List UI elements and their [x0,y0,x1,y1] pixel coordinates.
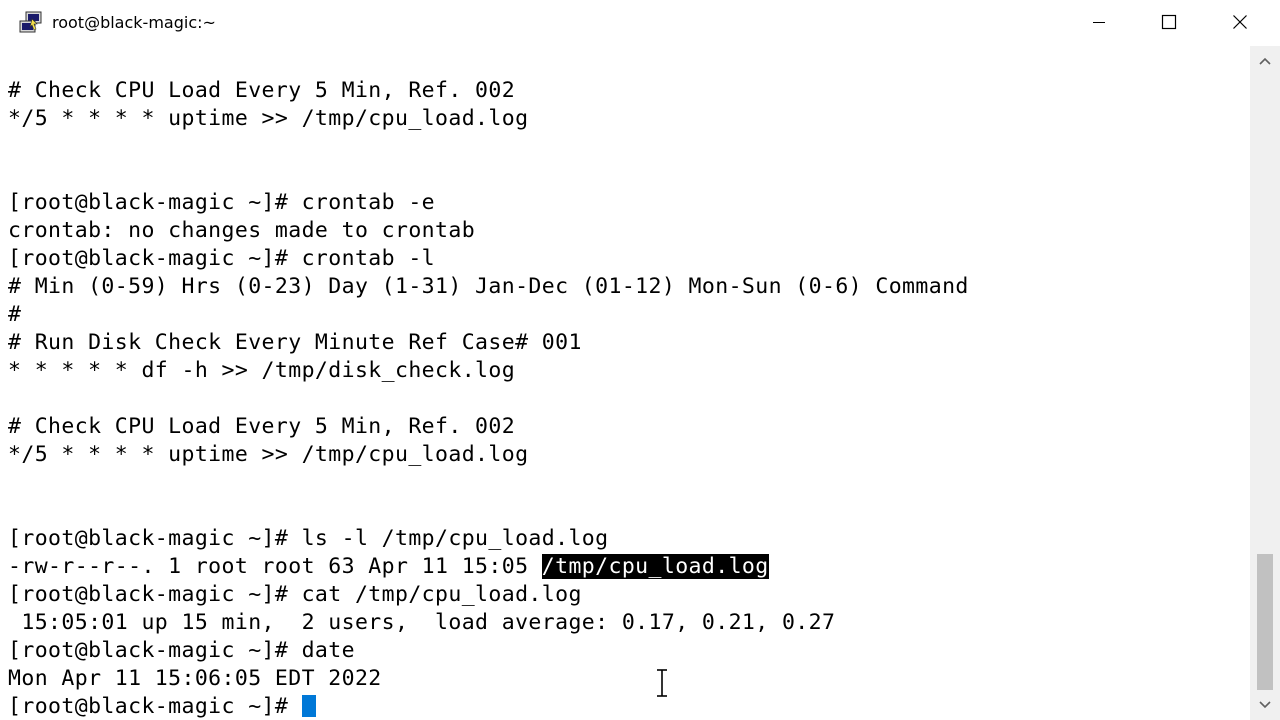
terminal-line: # Check CPU Load Every 5 Min, Ref. 002 [8,78,516,103]
terminal-window: root@black-magic:~ # Check CPU Load Ever… [0,0,1280,720]
terminal-output[interactable]: # Check CPU Load Every 5 Min, Ref. 002 *… [0,46,1250,720]
scroll-down-button[interactable] [1250,692,1280,718]
terminal-line: [root@black-magic ~]# crontab -e [8,190,436,215]
terminal-line: [root@black-magic ~]# crontab -l [8,246,436,271]
ls-output-line: -rw-r--r--. 1 root root 63 Apr 11 15:05 … [8,553,769,581]
terminal-line: # [8,302,22,327]
terminal-line: # Min (0-59) Hrs (0-23) Day (1-31) Jan-D… [8,274,969,299]
prompt-line[interactable]: [root@black-magic ~]# [8,693,316,720]
chevron-up-icon [1259,57,1271,65]
window-title: root@black-magic:~ [52,13,216,32]
terminal-line: */5 * * * * uptime >> /tmp/cpu_load.log [8,442,529,467]
title-bar[interactable]: root@black-magic:~ [0,0,1280,46]
terminal-line: crontab: no changes made to crontab [8,218,476,243]
terminal-line: [root@black-magic ~]# cat /tmp/cpu_load.… [8,582,582,607]
close-button[interactable] [1205,0,1275,44]
terminal-line: # Check CPU Load Every 5 Min, Ref. 002 [8,414,516,439]
ls-output-text: -rw-r--r--. 1 root root 63 Apr 11 15:05 [8,554,542,579]
text-cursor [301,695,316,717]
terminal-line: */5 * * * * uptime >> /tmp/cpu_load.log [8,106,529,131]
scroll-thumb[interactable] [1257,554,1273,690]
terminal-line: * * * * * df -h >> /tmp/disk_check.log [8,358,516,383]
scroll-up-button[interactable] [1250,48,1280,74]
minimize-icon [1093,22,1105,23]
chevron-down-icon [1259,701,1271,709]
ibeam-cursor-icon [657,669,667,697]
terminal-line: 15:05:01 up 15 min, 2 users, load averag… [8,610,836,635]
maximize-icon [1161,14,1177,30]
terminal-line: Mon Apr 11 15:06:05 EDT 2022 [8,666,382,691]
prompt-text: [root@black-magic ~]# [8,694,302,719]
terminal-line: # Run Disk Check Every Minute Ref Case# … [8,330,582,355]
minimize-button[interactable] [1064,0,1134,44]
terminal-line: [root@black-magic ~]# ls -l /tmp/cpu_loa… [8,526,609,551]
maximize-button[interactable] [1134,0,1204,44]
putty-icon[interactable] [18,10,44,36]
vertical-scrollbar[interactable] [1250,46,1280,720]
selected-text[interactable]: /tmp/cpu_load.log [541,554,769,579]
close-icon [1233,15,1247,29]
terminal-line: [root@black-magic ~]# date [8,638,355,663]
